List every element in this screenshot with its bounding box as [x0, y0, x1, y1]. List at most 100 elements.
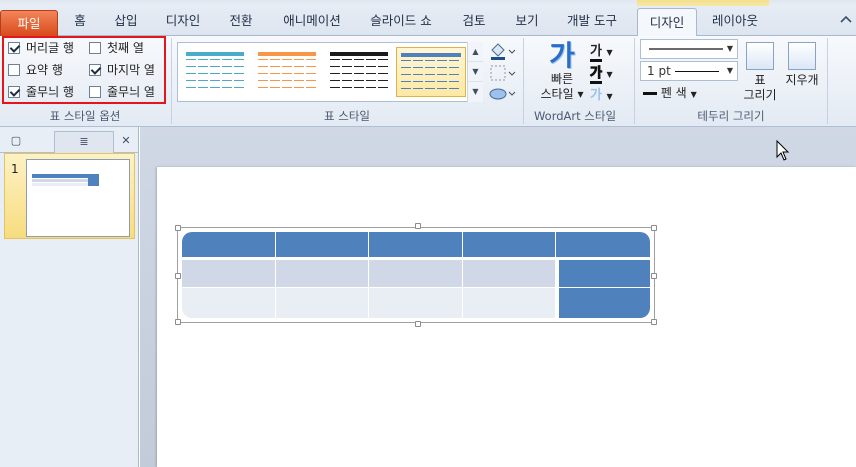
group-label-table-styles: 표 스타일 [324, 109, 370, 123]
resize-handle[interactable] [415, 321, 421, 327]
table-cell[interactable] [556, 232, 650, 260]
resize-handle[interactable] [651, 319, 657, 325]
draw-table-button[interactable]: 표 그리기 [740, 42, 780, 103]
effects-button[interactable] [488, 84, 516, 102]
table-cell[interactable] [182, 288, 276, 318]
tab-animations[interactable]: 애니메이션 [266, 6, 358, 36]
gallery-up-arrow-icon[interactable]: ▲ [468, 42, 483, 62]
resize-handle[interactable] [651, 225, 657, 231]
tab-transitions[interactable]: 전환 [216, 6, 266, 36]
tab-view[interactable]: 보기 [504, 6, 550, 36]
group-separator [634, 38, 635, 124]
checkbox-header-row[interactable] [8, 42, 20, 54]
table-cell[interactable] [275, 260, 370, 288]
tab-design[interactable]: 디자인 [150, 6, 216, 36]
style-preview-row [186, 66, 244, 71]
table-cell[interactable] [182, 260, 276, 288]
pen-style-dropdown[interactable]: ▼ [640, 39, 738, 59]
gallery-scroll: ▲ ▼ ▼ [467, 42, 483, 102]
table-selection-frame[interactable] [175, 223, 657, 327]
pen-weight-dropdown[interactable]: 1 pt ▼ [640, 61, 738, 81]
eraser-button[interactable]: 지우개 [782, 42, 822, 88]
table-cell[interactable] [369, 232, 463, 260]
option-last-column[interactable]: 마지막 열 [89, 61, 155, 79]
borders-button[interactable] [488, 64, 516, 82]
text-fill-button[interactable]: 가 ▼ [590, 40, 624, 62]
tab-home[interactable]: 홈 [58, 6, 102, 36]
style-preview-row [401, 53, 461, 57]
option-first-column[interactable]: 첫째 열 [89, 39, 144, 57]
slides-pane: ▢ ≣ ✕ 1 [0, 127, 139, 467]
slide-thumbnail-selected[interactable]: 1 [4, 153, 135, 239]
outline-tab-icon[interactable]: ≣ [54, 131, 114, 153]
table-cell[interactable] [462, 232, 557, 260]
powerpoint-window: 파일 홈 삽입 디자인 전환 애니메이션 슬라이드 쇼 검토 보기 개발 도구 … [0, 0, 856, 467]
group-label-draw-borders: 테두리 그리기 [697, 109, 765, 123]
table-cell[interactable] [462, 260, 557, 288]
table-style-blue-selected[interactable] [396, 47, 466, 97]
quick-styles-button[interactable]: 가 빠른 스타일 ▾ [538, 40, 586, 102]
resize-handle[interactable] [175, 225, 181, 231]
resize-handle[interactable] [175, 273, 181, 279]
checkbox-banded-rows[interactable] [8, 86, 20, 98]
style-preview-row [330, 52, 388, 56]
style-preview-row [401, 88, 461, 93]
slide-thumbnail[interactable] [26, 159, 130, 237]
group-separator [827, 38, 828, 124]
table-cell[interactable] [369, 288, 463, 318]
style-preview-row [401, 60, 461, 65]
tab-review[interactable]: 검토 [444, 6, 504, 36]
table-cell[interactable] [369, 260, 463, 288]
style-preview-row [186, 59, 244, 64]
table-cell[interactable] [556, 260, 650, 288]
table-cell[interactable] [275, 288, 370, 318]
checkbox-total-row[interactable] [8, 64, 20, 76]
table-cell[interactable] [462, 288, 557, 318]
slides-tab-icon[interactable]: ▢ [2, 131, 30, 153]
pen-color-button[interactable]: 펜 색 ▼ [643, 84, 697, 102]
style-preview-row [186, 80, 244, 85]
slide-table[interactable] [182, 232, 650, 318]
table-cell[interactable] [275, 232, 370, 260]
group-label-wordart-styles: WordArt 스타일 [533, 109, 617, 123]
slide-canvas[interactable] [157, 167, 856, 467]
text-outline-button[interactable]: 가 ▼ [590, 62, 624, 84]
style-preview-row [186, 87, 244, 92]
minimize-ribbon-icon[interactable] [840, 14, 852, 27]
table-style-black[interactable] [326, 47, 392, 97]
table-style-orange[interactable] [254, 47, 320, 97]
table-cell[interactable] [182, 232, 276, 260]
tab-table-layout[interactable]: 레이아웃 [699, 6, 771, 36]
checkbox-last-column[interactable] [89, 64, 101, 76]
eraser-icon [788, 42, 816, 70]
option-banded-columns[interactable]: 줄무늬 열 [89, 83, 155, 101]
resize-handle[interactable] [415, 223, 421, 229]
mouse-cursor-icon [776, 140, 790, 161]
wordart-quick-styles-icon: 가 [549, 39, 575, 72]
style-preview-row [258, 59, 316, 64]
option-total-row[interactable]: 요약 행 [8, 61, 63, 79]
table-style-teal[interactable] [182, 47, 248, 97]
style-preview-row [258, 80, 316, 85]
chevron-down-icon: ▼ [726, 44, 733, 53]
tab-developer[interactable]: 개발 도구 [550, 6, 634, 36]
text-effects-button[interactable]: 가 ▼ [590, 84, 624, 103]
shading-button[interactable] [488, 42, 516, 60]
tab-slideshow[interactable]: 슬라이드 쇼 [358, 6, 444, 36]
resize-handle[interactable] [175, 319, 181, 325]
gallery-more-icon[interactable]: ▼ [468, 82, 483, 102]
checkbox-first-column[interactable] [89, 42, 101, 54]
pane-tabs: ▢ ≣ ✕ [0, 131, 139, 153]
option-banded-rows[interactable]: 줄무늬 행 [8, 83, 74, 101]
tab-table-design[interactable]: 디자인 [637, 8, 697, 37]
style-preview-row [401, 74, 461, 79]
option-header-row[interactable]: 머리글 행 [8, 39, 74, 57]
table-cell[interactable] [556, 288, 650, 318]
close-pane-icon[interactable]: ✕ [116, 131, 136, 153]
checkbox-banded-columns[interactable] [89, 86, 101, 98]
tab-file[interactable]: 파일 [0, 10, 58, 36]
table-styles-gallery [177, 42, 483, 102]
tab-insert[interactable]: 삽입 [102, 6, 150, 36]
resize-handle[interactable] [651, 273, 657, 279]
gallery-down-arrow-icon[interactable]: ▼ [468, 62, 483, 82]
